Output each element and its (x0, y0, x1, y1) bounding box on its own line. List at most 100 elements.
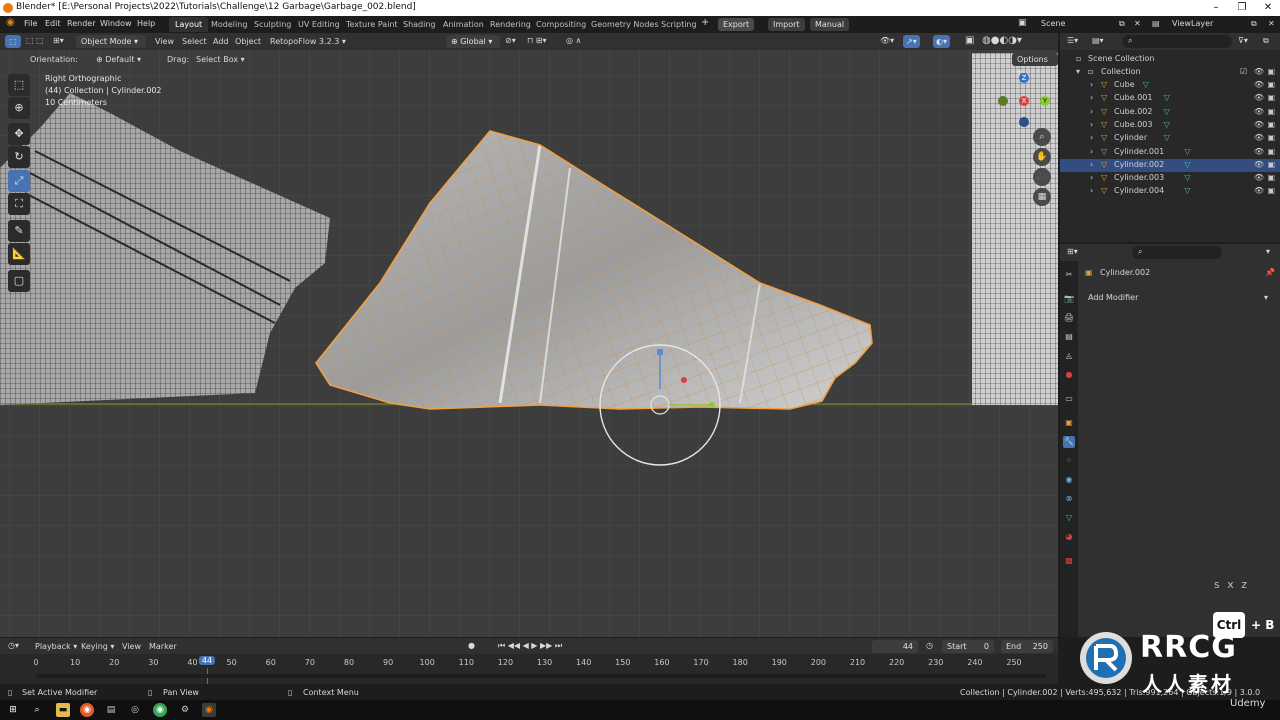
scene-name[interactable]: Scene (1041, 19, 1065, 28)
viewlayer-name[interactable]: ViewLayer (1172, 19, 1213, 28)
ortho-grid-icon[interactable]: ▦ (1033, 188, 1051, 206)
collection-tab-icon[interactable]: ▭ (1063, 393, 1075, 405)
minimize-icon[interactable]: – (1203, 0, 1229, 16)
file-explorer-icon[interactable]: ▬ (56, 703, 70, 717)
axis-x-handle[interactable]: X (1019, 96, 1029, 106)
expand-arrow-icon[interactable]: ▾ (1076, 67, 1080, 76)
snap-icon[interactable]: ⊓ ⊞▾ (527, 36, 547, 45)
record-icon[interactable]: ● (468, 641, 475, 650)
expand-arrow-icon[interactable]: › (1090, 120, 1093, 129)
tab-uv-editing[interactable]: UV Editing (292, 17, 346, 32)
retopoflow-menu[interactable]: RetopoFlow 3.2.3 ▾ (270, 37, 346, 46)
tool-tab-icon[interactable]: ✂ (1063, 269, 1075, 281)
menu-view[interactable]: View (155, 37, 174, 46)
shading-modes-icons[interactable]: ◍●◐◑▾ (982, 35, 1022, 46)
outliner-scene-collection[interactable]: ▫ Scene Collection (1060, 53, 1280, 66)
delete-scene-icon[interactable]: ✕ (1134, 19, 1141, 28)
tool-measure-icon[interactable]: 📐 (8, 243, 30, 265)
menu-add[interactable]: Add (213, 37, 229, 46)
pivot-icon[interactable]: ⊘▾ (505, 36, 516, 45)
material-tab-icon[interactable]: ◕ (1063, 531, 1075, 543)
tool-rotate-icon[interactable]: ↻ (8, 146, 30, 168)
playback-menu[interactable]: Playback ▾ (35, 642, 77, 651)
collection-camera-icon[interactable]: ▣ (1267, 67, 1275, 76)
new-scene-icon[interactable]: ⧉ (1119, 19, 1125, 29)
scene-tab-icon[interactable]: ◬ (1063, 350, 1075, 362)
expand-arrow-icon[interactable]: › (1090, 107, 1093, 116)
axis-z-handle[interactable]: Z (1019, 73, 1029, 83)
export-button[interactable]: Export (718, 18, 755, 31)
chrome-icon[interactable]: ◉ (153, 703, 167, 717)
particles-tab-icon[interactable]: ⁘ (1063, 455, 1075, 467)
tab-compositing[interactable]: Compositing (530, 17, 592, 32)
eye-icon[interactable]: 👁 (1254, 80, 1264, 89)
constraints-tab-icon[interactable]: ⊗ (1063, 493, 1075, 505)
menu-select[interactable]: Select (182, 37, 207, 46)
menu-file[interactable]: File (24, 19, 37, 28)
object-tab-icon[interactable]: ▣ (1063, 417, 1075, 429)
collection-checkbox-icon[interactable]: ☑ (1240, 67, 1247, 76)
tab-geometry-nodes[interactable]: Geometry Nodes (585, 17, 664, 32)
eye-icon[interactable]: 👁 (1254, 133, 1264, 142)
overlay-toggle-icon[interactable]: ◐▾ (933, 35, 950, 48)
properties-search-input[interactable]: ⌕ (1132, 246, 1222, 259)
menu-object[interactable]: Object (235, 37, 261, 46)
outliner-item[interactable]: › ▽ Cylinder.003 ▽ 👁 ▣ (1060, 172, 1280, 185)
object-mode-dropdown[interactable]: Object Mode ▾ (76, 35, 146, 48)
render-tab-icon[interactable]: 📷 (1063, 293, 1075, 305)
start-frame-field[interactable]: Start 0 (942, 640, 994, 653)
firefox-icon[interactable]: ◉ (80, 703, 94, 717)
eye-icon[interactable]: 👁 (1254, 93, 1264, 102)
menu-edit[interactable]: Edit (45, 19, 61, 28)
collection-eye-icon[interactable]: 👁 (1254, 67, 1264, 76)
camera-icon[interactable]: ▣ (1267, 107, 1275, 116)
props-options-icon[interactable]: ▾ (1266, 247, 1270, 256)
tab-layout[interactable]: Layout (169, 17, 209, 32)
orientation-dropdown[interactable]: ⊕ Default ▾ (96, 55, 141, 64)
expand-arrow-icon[interactable]: › (1090, 133, 1093, 142)
output-tab-icon[interactable]: 🖨 (1063, 312, 1075, 324)
eye-icon[interactable]: 👁 (1254, 160, 1264, 169)
pin-icon[interactable]: 📌 (1265, 268, 1275, 277)
camera-icon[interactable]: ▣ (1267, 160, 1275, 169)
expand-arrow-icon[interactable]: › (1090, 147, 1093, 156)
tab-scripting[interactable]: Scripting (655, 17, 703, 32)
world-tab-icon[interactable]: ● (1063, 369, 1075, 381)
eye-icon[interactable]: 👁 (1254, 107, 1264, 116)
options-dropdown[interactable]: Options ▾ (1012, 53, 1058, 77)
outliner-item[interactable]: › ▽ Cylinder.002 ▽ 👁 ▣ (1060, 158, 1280, 172)
current-frame-field[interactable]: 44 (872, 640, 918, 653)
scene-icon[interactable]: ▣ (1018, 18, 1027, 28)
camera-icon[interactable]: ▣ (1267, 80, 1275, 89)
delete-viewlayer-icon[interactable]: ✕ (1268, 19, 1275, 28)
manual-button[interactable]: Manual (810, 18, 850, 31)
timeline-scrubber[interactable]: 0 10 20 30 40 50 60 70 80 90 100 110 120 130 140 150 160… (0, 654, 1058, 684)
data-tab-icon[interactable]: ▽ (1063, 512, 1075, 524)
timeline-editor-icon[interactable]: ◷▾ (8, 641, 19, 650)
outliner-item[interactable]: › ▽ Cylinder.004 ▽ 👁 ▣ (1060, 185, 1280, 198)
keying-menu[interactable]: Keying ▾ (81, 642, 114, 651)
tool-cursor-icon[interactable]: ⊕ (8, 97, 30, 119)
outliner-search-input[interactable]: ⌕ (1122, 35, 1232, 48)
add-workspace-icon[interactable]: + (701, 17, 709, 28)
axis-y-handle[interactable]: Y (1040, 96, 1050, 106)
camera-icon[interactable]: ▣ (1267, 120, 1275, 129)
camera-icon[interactable]: ▣ (1267, 186, 1275, 195)
menu-render[interactable]: Render (67, 19, 95, 28)
outliner-item[interactable]: › ▽ Cylinder ▽ 👁 ▣ (1060, 132, 1280, 145)
transform-orientation-dropdown[interactable]: ⊕ Global ▾ (446, 35, 500, 48)
zoom-icon[interactable]: ⌕ (1033, 128, 1051, 146)
eye-icon[interactable]: 👁 (1254, 186, 1264, 195)
new-viewlayer-icon[interactable]: ⧉ (1251, 19, 1257, 29)
texture-tab-icon[interactable]: ▩ (1063, 555, 1075, 567)
proportional-edit-icon[interactable]: ◎ ∧ (566, 36, 581, 45)
camera-icon[interactable]: ▣ (1267, 93, 1275, 102)
physics-tab-icon[interactable]: ◉ (1063, 474, 1075, 486)
tool-move-icon[interactable]: ✥ (8, 123, 30, 145)
camera-view-icon[interactable]: 🎥 (1033, 168, 1051, 186)
select-box-icon[interactable]: ⬚ (5, 35, 21, 48)
tool-annotate-icon[interactable]: ✎ (8, 220, 30, 242)
expand-arrow-icon[interactable]: › (1090, 80, 1093, 89)
tab-shading[interactable]: Shading (397, 17, 442, 32)
tab-animation[interactable]: Animation (437, 17, 490, 32)
